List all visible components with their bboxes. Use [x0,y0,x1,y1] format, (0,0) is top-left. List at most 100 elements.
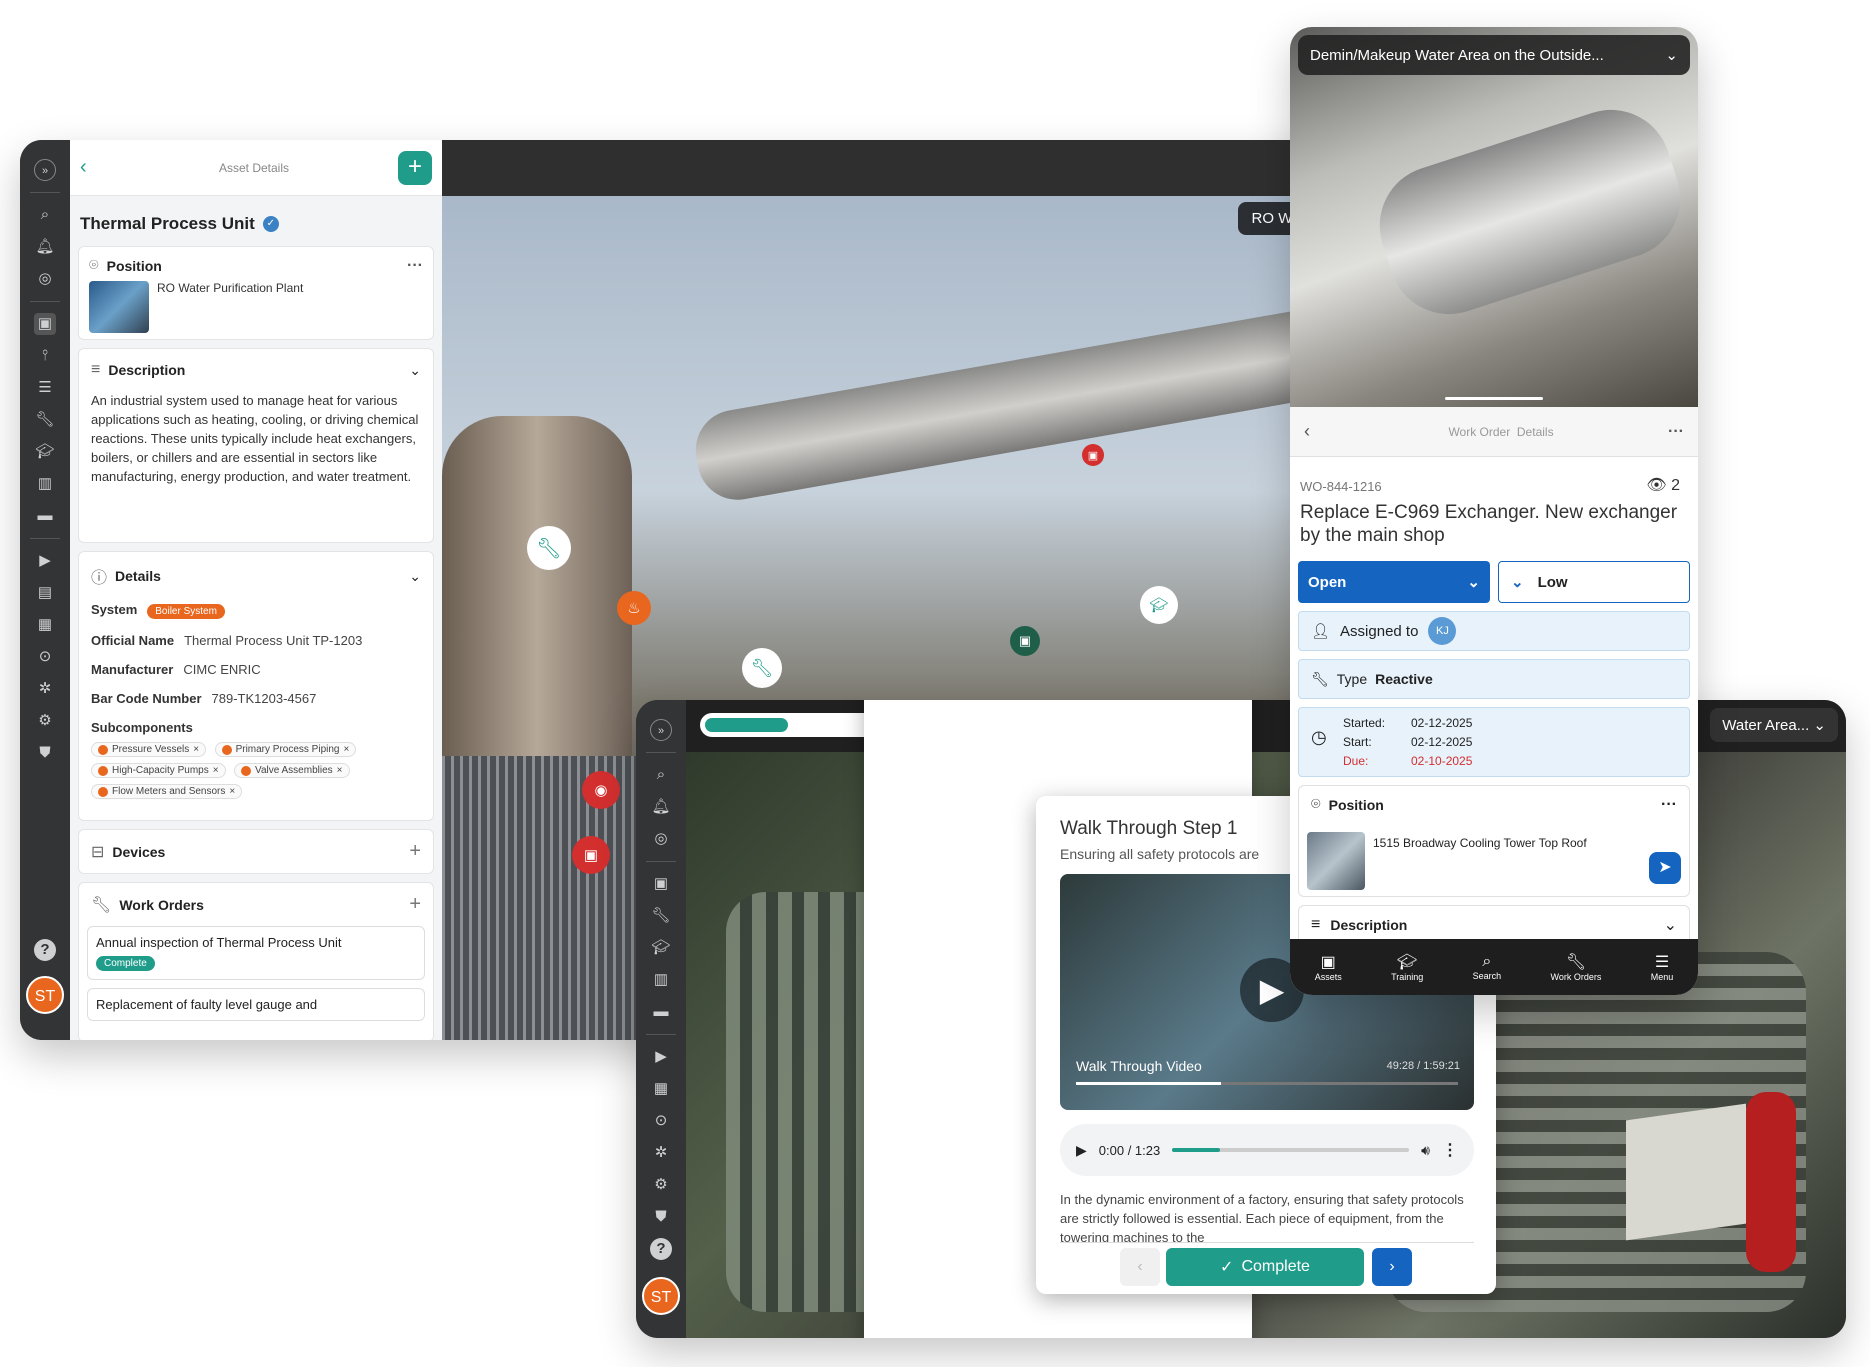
add-button[interactable]: + [398,150,432,185]
contacts-icon[interactable]: ▤ [34,582,56,604]
shield-icon[interactable]: ⛊ [650,1206,672,1228]
location-thumbnail[interactable] [1307,832,1365,890]
prev-button[interactable]: ‹ [1120,1248,1160,1286]
gear-icon[interactable]: ⚙ [34,710,56,732]
audio-play-icon[interactable]: ▶ [1076,1142,1087,1159]
tag-icon[interactable]: ⫯ [34,345,56,367]
bell-icon[interactable]: 🔔︎ [650,796,672,818]
expand-icon[interactable]: » [650,719,672,741]
next-button[interactable]: › [1372,1248,1412,1286]
wrench-icon: 🔧︎ [1311,670,1329,687]
chevron-down-icon[interactable]: ⌄ [409,568,421,585]
system-badge[interactable]: Boiler System [147,604,225,619]
more-icon[interactable]: ··· [407,257,423,275]
bottom-nav: ▣ Assets 🎓︎ Training ⌕ Search 🔧︎ Work Orders… [1290,939,1698,995]
subcomponent-chip[interactable]: Valve Assemblies × [234,763,350,778]
mobile-photo[interactable]: Demin/Makeup Water Area on the Outside..… [1290,27,1698,407]
video-icon[interactable]: ▶ [34,550,56,572]
bell-icon[interactable]: 🔔︎ [34,236,56,258]
audio-player[interactable]: ▶ 0:00 / 1:23 🔊︎ ⋮ [1060,1124,1474,1176]
target-icon[interactable]: ⊙ [34,646,56,668]
training-icon[interactable]: 🎓︎ [650,937,672,959]
position-value[interactable]: 1515 Broadway Cooling Tower Top Roof [1373,836,1587,850]
location-title[interactable]: Water Area... ⌄ [1710,708,1838,742]
priority-select[interactable]: ⌄ Low [1498,561,1690,603]
add-device-button[interactable]: + [409,840,421,863]
add-work-order-button[interactable]: + [409,893,421,916]
nav-search[interactable]: ⌕ Search [1473,953,1502,981]
wrench-hotspot-icon[interactable]: 🔧︎ [527,526,571,570]
subcomponent-chip[interactable]: Pressure Vessels × [91,742,207,757]
training-icon[interactable]: 🎓︎ [34,441,56,463]
back-icon[interactable]: ‹ [80,156,110,179]
details-label: Details [115,568,161,584]
nav-menu[interactable]: ☰ Menu [1651,952,1674,982]
user-avatar[interactable]: ST [26,976,64,1014]
network-icon[interactable]: ✲ [650,1142,672,1164]
clock-icon: ◷ [1311,727,1327,747]
nav-work-orders[interactable]: 🔧︎ Work Orders [1551,952,1602,982]
briefcase-hotspot-icon[interactable]: ▣ [572,836,610,874]
briefcase-icon[interactable]: ▣ [34,313,56,335]
expand-icon[interactable]: » [34,159,56,181]
volume-icon[interactable]: 🔊︎ [1421,1142,1430,1159]
gear-icon[interactable]: ⚙ [650,1174,672,1196]
wrench-icon[interactable]: 🔧︎ [34,409,56,431]
location-title[interactable]: Demin/Makeup Water Area on the Outside..… [1298,35,1690,75]
search-icon[interactable]: ⌕ [34,204,56,226]
drop-hotspot-icon[interactable]: ◉ [582,771,620,809]
work-order-item[interactable]: Annual inspection of Thermal Process Uni… [87,926,425,980]
wrench-hotspot-icon[interactable]: 🔧︎ [742,648,782,688]
building-icon[interactable]: ▦ [34,614,56,636]
subcomponent-chip[interactable]: Flow Meters and Sensors × [91,784,243,799]
chevron-down-icon: ⌄ [1813,717,1826,734]
navigate-button[interactable]: ➤ [1649,852,1681,884]
network-icon[interactable]: ✲ [34,678,56,700]
back-icon[interactable]: ‹ [1304,421,1334,442]
folder-icon[interactable]: ▬ [650,1001,672,1023]
scan-icon[interactable]: ◎ [650,828,672,850]
subcomponent-chip[interactable]: Primary Process Piping × [214,742,357,757]
more-icon[interactable]: ··· [1661,796,1677,814]
chevron-down-icon[interactable]: ⌄ [1664,915,1677,935]
chart-icon[interactable]: ▥ [650,969,672,991]
kebab-icon[interactable]: ⋮ [1442,1140,1458,1160]
shield-icon[interactable]: ⛊ [34,742,56,764]
complete-button[interactable]: ✓ Complete [1166,1248,1364,1286]
subcomponent-chip[interactable]: High-Capacity Pumps × [91,763,226,778]
briefcase-hotspot-icon[interactable]: ▣ [1010,626,1040,656]
training-hotspot-icon[interactable]: 🎓︎ [1140,586,1178,624]
folder-icon[interactable]: ▬ [34,505,56,527]
work-order-item[interactable]: Replacement of faulty level gauge and [87,988,425,1021]
assignee-avatar[interactable]: KJ [1428,617,1457,645]
help-icon[interactable]: ? [34,939,56,961]
status-select[interactable]: Open ⌄ [1298,561,1490,603]
manufacturer-label: Manufacturer [91,662,174,677]
more-icon[interactable]: ··· [1668,423,1684,441]
scan-icon[interactable]: ◎ [34,268,56,290]
asset-thumbnail[interactable] [89,281,149,333]
briefcase-icon[interactable]: ▣ [650,873,672,895]
help-icon[interactable]: ? [650,1238,672,1260]
wrench-icon[interactable]: 🔧︎ [650,905,672,927]
search-icon[interactable]: ⌕ [650,764,672,786]
assigned-row[interactable]: 👤︎ Assigned to KJ [1298,611,1690,651]
chevron-down-icon[interactable]: ⌄ [409,362,421,379]
type-row[interactable]: 🔧︎ Type Reactive [1298,659,1690,699]
video-label: Walk Through Video [1076,1058,1202,1074]
building-icon[interactable]: ▦ [650,1078,672,1100]
position-value[interactable]: RO Water Purification Plant [157,281,303,333]
nav-assets[interactable]: ▣ Assets [1315,952,1342,982]
nav-training[interactable]: 🎓︎ Training [1391,952,1423,982]
chevron-down-icon: ⌄ [1665,47,1678,64]
lines-icon: ≡ [1311,916,1321,933]
video-scrubber[interactable] [1076,1082,1458,1085]
video-icon[interactable]: ▶ [650,1046,672,1068]
user-avatar[interactable]: ST [642,1277,680,1315]
audio-track[interactable] [1172,1148,1410,1152]
target-icon[interactable]: ⊙ [650,1110,672,1132]
chart-icon[interactable]: ▥ [34,473,56,495]
list-icon[interactable]: ☰ [34,377,56,399]
heat-hotspot-icon[interactable]: ♨ [617,591,651,625]
briefcase-hotspot-icon[interactable]: ▣ [1082,444,1104,466]
